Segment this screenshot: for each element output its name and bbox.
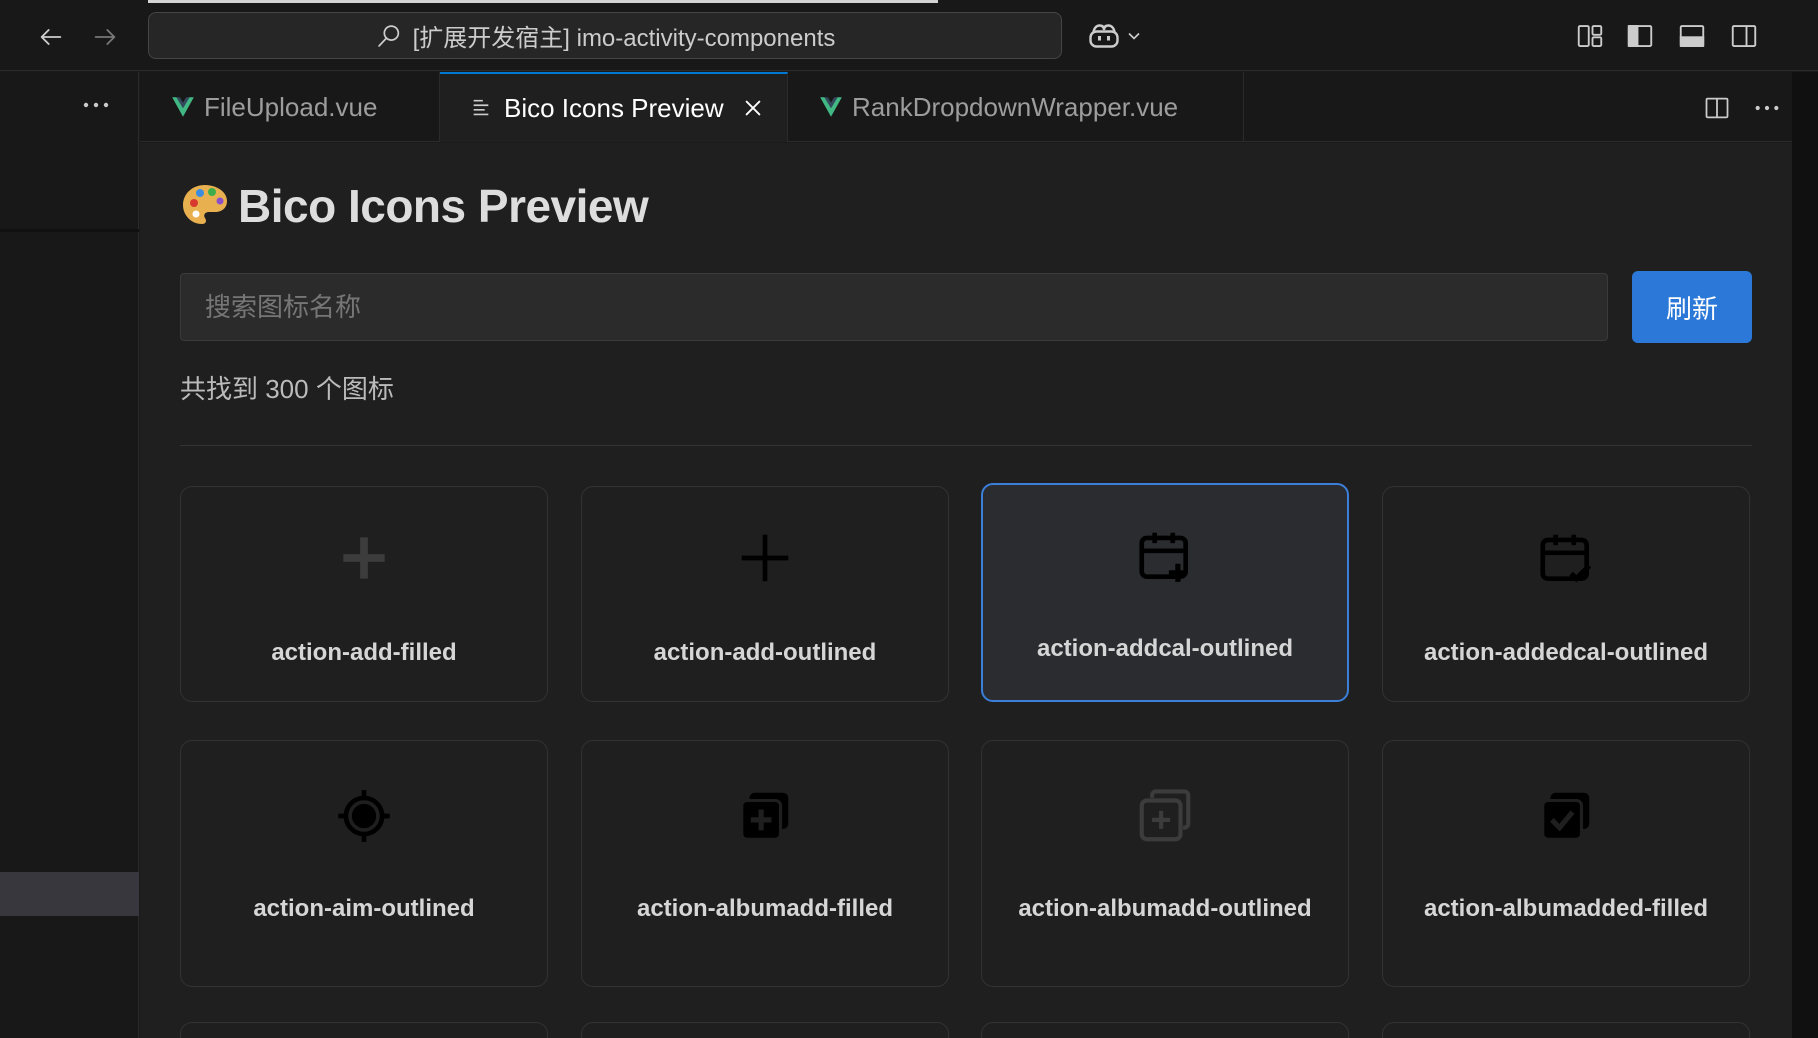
icon-card-hovered[interactable]: action-addcal-outlined (981, 483, 1349, 702)
chevron-down-icon (1128, 32, 1140, 40)
tab-label: RankDropdownWrapper.vue (852, 91, 1179, 122)
icon-name: action-albumadd-filled (636, 895, 893, 922)
icon-name: action-addedcal-outlined (1423, 639, 1708, 666)
customize-layout-button[interactable] (1572, 18, 1608, 54)
tab-label: Bico Icons Preview (504, 92, 724, 123)
icon-name: action-albumadded-filled (1423, 895, 1708, 922)
icon-name: action-add-outlined (653, 639, 877, 666)
split-editor-button[interactable] (1692, 90, 1742, 126)
plus-filled-icon (343, 537, 385, 579)
toggle-primary-sidebar-button[interactable] (1622, 18, 1658, 54)
editor-tab-bar: FileUpload.vue Bico Icons Preview RankDr… (140, 72, 1792, 142)
icon-count-text: 共找到 300 个图标 (180, 374, 394, 404)
ellipsis-icon (1755, 105, 1779, 111)
copilot-icon (1089, 24, 1119, 48)
title-bar: [扩展开发宿主] imo-activity-components (0, 0, 1818, 71)
sidebar-divider (0, 229, 139, 232)
command-center[interactable]: [扩展开发宿主] imo-activity-components (148, 12, 1062, 59)
page-title-text: Bico Icons Preview (238, 180, 649, 232)
crosshair-icon (338, 790, 390, 842)
sidebar-more-button[interactable] (76, 90, 116, 120)
icon-card[interactable] (180, 1022, 548, 1038)
refresh-button[interactable]: 刷新 (1632, 271, 1752, 343)
icon-search-input[interactable] (180, 273, 1608, 341)
vue-icon (820, 97, 842, 117)
copilot-menu-button[interactable] (1086, 18, 1144, 54)
icon-name: action-aim-outlined (253, 895, 475, 922)
toggle-secondary-sidebar-button[interactable] (1726, 18, 1762, 54)
editor-actions (1692, 90, 1792, 126)
icon-card[interactable] (1382, 1022, 1750, 1038)
icon-name: action-addcal-outlined (1036, 635, 1293, 662)
split-editor-icon (1705, 97, 1729, 119)
icon-card[interactable]: action-aim-outlined (180, 740, 548, 987)
tab-fileupload[interactable]: FileUpload.vue (140, 72, 440, 142)
album-add-filled-icon (740, 792, 789, 841)
icon-card[interactable] (581, 1022, 949, 1038)
editor-more-button[interactable] (1742, 90, 1792, 126)
icon-card[interactable]: action-add-filled (180, 486, 548, 702)
icon-card[interactable]: action-addedcal-outlined (1382, 486, 1750, 702)
tab-rankdropdownwrapper[interactable]: RankDropdownWrapper.vue (788, 72, 1244, 142)
icon-name: action-add-filled (271, 639, 457, 666)
ellipsis-icon (83, 102, 109, 108)
icon-card[interactable]: action-albumadd-filled (581, 740, 949, 987)
icons-preview-webview: Bico Icons Preview 刷新 共找到 300 个图标 action… (140, 143, 1792, 1038)
layout-grid-icon (1577, 25, 1603, 47)
back-button[interactable] (34, 20, 68, 54)
palette-icon (183, 185, 227, 224)
arrow-left-icon (40, 29, 62, 45)
calendar-check-icon (1540, 534, 1592, 583)
preview-icon (473, 99, 489, 116)
sidebar-right-icon (1731, 25, 1757, 47)
primary-sidebar (0, 72, 139, 1038)
title-bar-progress (148, 0, 938, 3)
calendar-add-icon (1139, 532, 1188, 582)
vue-icon (172, 97, 194, 117)
icon-card[interactable]: action-albumadded-filled (1382, 740, 1750, 987)
album-add-outlined-icon (1139, 789, 1191, 842)
plus-outlined-icon (741, 534, 789, 582)
icon-card[interactable] (981, 1022, 1349, 1038)
sidebar-left-icon (1627, 25, 1653, 47)
page-title: Bico Icons Preview (180, 179, 649, 233)
album-check-filled-icon (1541, 792, 1590, 841)
search-icon (377, 24, 399, 47)
toggle-panel-button[interactable] (1674, 18, 1710, 54)
icon-card[interactable]: action-albumadd-outlined (981, 740, 1349, 987)
tab-label: FileUpload.vue (204, 91, 378, 122)
icon-card[interactable]: action-add-outlined (581, 486, 949, 702)
tab-close-button[interactable] (740, 95, 766, 121)
forward-button[interactable] (88, 20, 122, 54)
sidebar-selected-item[interactable] (0, 872, 139, 916)
close-icon (745, 100, 760, 116)
content-divider (180, 445, 1752, 446)
panel-bottom-icon (1679, 25, 1705, 47)
arrow-right-icon (94, 29, 116, 45)
window-edge (1792, 72, 1818, 1038)
tab-bico-icons-preview[interactable]: Bico Icons Preview (440, 72, 788, 142)
icon-name: action-albumadd-outlined (1018, 895, 1312, 922)
command-center-label: [扩展开发宿主] imo-activity-components (412, 25, 836, 52)
